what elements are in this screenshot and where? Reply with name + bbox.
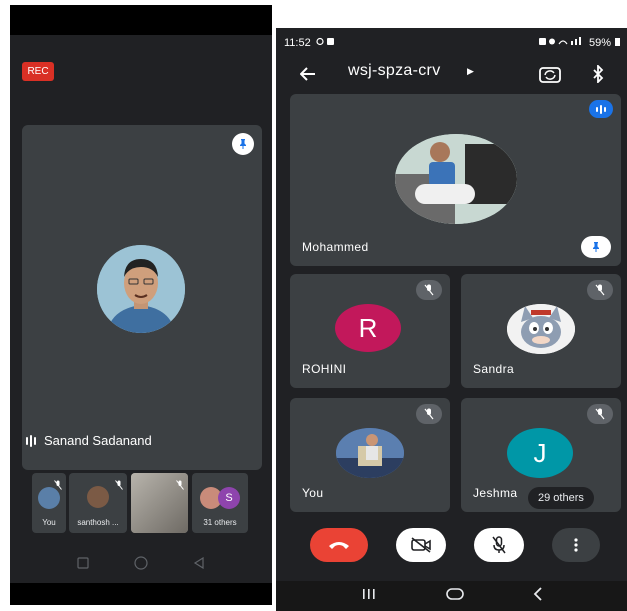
avatar <box>87 486 109 508</box>
participant-name: Mohammed <box>302 240 369 254</box>
participant-name: ROHINI <box>302 362 347 376</box>
letter-avatar: R <box>335 304 401 352</box>
status-notification-icon <box>316 37 334 49</box>
app-bar: wsj-spza-crv ▶ <box>276 58 627 90</box>
participant-tile-rohini[interactable]: R ROHINI <box>290 274 450 388</box>
audio-level-icon <box>26 434 36 447</box>
mic-off-icon <box>54 477 62 495</box>
participant-name: You <box>302 486 324 500</box>
mic-off-icon <box>416 404 442 424</box>
others-button[interactable]: 29 others <box>528 487 594 509</box>
participant-tile-sandra[interactable]: Sandra <box>461 274 621 388</box>
back-arrow-icon[interactable] <box>296 64 320 84</box>
participant-avatar <box>336 428 404 478</box>
thumbnail-you[interactable]: You <box>32 473 66 533</box>
system-navbar <box>276 581 627 611</box>
home-icon[interactable] <box>134 555 148 575</box>
call-controls <box>276 518 627 574</box>
thumbnail-santhosh[interactable]: santhosh ... <box>69 473 127 533</box>
thumbnail-others[interactable]: S 31 others <box>192 473 248 533</box>
audio-level-icon <box>589 100 613 118</box>
letter-avatar: S <box>218 487 240 509</box>
status-time: 11:52 <box>284 37 311 49</box>
pin-icon[interactable] <box>581 236 611 258</box>
status-bar: 11:52 59% <box>276 28 627 58</box>
mic-off-icon <box>587 404 613 424</box>
mic-off-icon <box>176 477 184 495</box>
recents-icon[interactable] <box>77 556 89 574</box>
mic-off-icon <box>587 280 613 300</box>
battery-percent: 59% <box>588 37 611 49</box>
meeting-code[interactable]: wsj-spza-crv <box>348 62 441 80</box>
status-system-icons <box>538 37 585 49</box>
status-bar <box>10 5 272 35</box>
participant-name: Jeshma <box>473 486 518 500</box>
camera-off-icon <box>411 537 431 553</box>
toggle-mic-button[interactable] <box>474 528 524 562</box>
left-phone-screen: REC Sanand Sadanand You santhosh ... S 3… <box>10 5 272 605</box>
thumbnail-label: santhosh ... <box>77 518 119 527</box>
mic-off-icon <box>416 280 442 300</box>
main-speaker-tile[interactable]: Sanand Sadanand <box>22 125 262 470</box>
participant-tile-mohammed[interactable]: Mohammed <box>290 94 621 266</box>
end-call-button[interactable] <box>310 528 368 562</box>
hang-up-icon <box>329 542 349 549</box>
thumbnail-video[interactable] <box>131 473 188 533</box>
home-icon[interactable] <box>446 587 464 605</box>
right-phone-screen: 11:52 59% wsj-spza-crv ▶ Mohammed R ROHI… <box>276 28 627 611</box>
bluetooth-icon[interactable] <box>588 62 608 86</box>
bottom-bar <box>10 583 272 605</box>
back-icon[interactable] <box>193 556 205 574</box>
participant-name: Sandra <box>473 362 515 376</box>
more-vert-icon <box>574 538 578 552</box>
toggle-camera-button[interactable] <box>396 528 446 562</box>
thumbnail-label: 31 others <box>203 518 237 527</box>
caret-right-icon[interactable]: ▶ <box>467 66 474 77</box>
mic-off-icon <box>115 477 123 495</box>
letter-avatar: J <box>507 428 573 478</box>
thumbnail-label: You <box>42 518 56 527</box>
back-icon[interactable] <box>533 586 543 606</box>
speaker-avatar <box>97 245 185 333</box>
participant-tile-you[interactable]: You <box>290 398 450 512</box>
pin-icon[interactable] <box>232 133 254 155</box>
speaker-name: Sanand Sadanand <box>44 433 152 448</box>
participant-avatar <box>395 134 517 224</box>
participant-avatar <box>507 304 575 354</box>
recents-icon[interactable] <box>361 587 377 605</box>
speaker-label: Sanand Sadanand <box>26 433 152 448</box>
system-navbar <box>10 550 272 580</box>
more-options-button[interactable] <box>552 528 600 562</box>
recording-badge: REC <box>22 62 54 81</box>
mic-off-icon <box>492 536 506 554</box>
switch-camera-icon[interactable] <box>538 62 562 86</box>
battery-icon <box>615 37 620 49</box>
